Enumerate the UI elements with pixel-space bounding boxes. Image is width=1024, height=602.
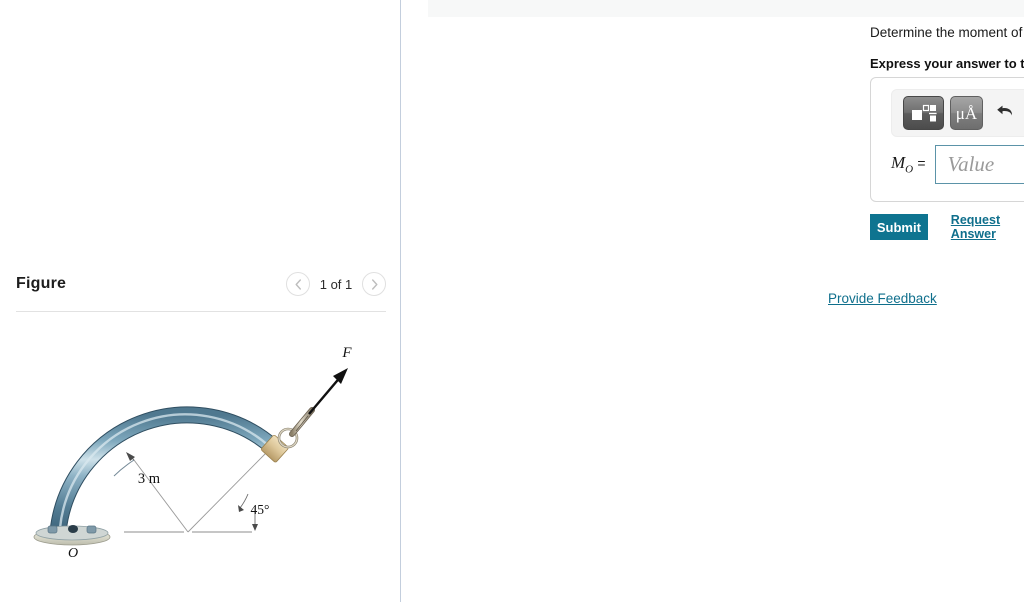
radius-label: 3 m — [138, 471, 161, 487]
request-answer-link[interactable]: Request Answer — [951, 213, 1024, 241]
figure-title: Figure — [16, 275, 67, 292]
figure-prev-button[interactable] — [286, 272, 310, 296]
submit-button[interactable]: Submit — [870, 214, 928, 240]
answer-equals: = — [917, 155, 926, 172]
figure-panel: Figure 1 of 1 O 3 m 45° F — [0, 0, 400, 602]
undo-icon — [997, 105, 1013, 116]
undo-button[interactable] — [989, 98, 1021, 128]
chevron-left-icon — [295, 278, 301, 290]
figure-divider — [16, 311, 386, 312]
value-input[interactable] — [934, 145, 1024, 184]
math-template-button[interactable] — [903, 96, 944, 130]
base-flange — [33, 512, 111, 546]
force-arrow — [308, 368, 348, 415]
figure-image[interactable]: O 3 m 45° F — [16, 330, 386, 575]
question-block: Determine the moment of the force about … — [870, 22, 1024, 71]
math-template-icon — [911, 104, 937, 122]
angle-label: 45° — [251, 502, 270, 517]
units-glyph: μÅ — [955, 103, 978, 123]
top-bar — [428, 0, 1024, 17]
moment-variable-label: MO = — [891, 153, 926, 175]
provide-feedback-link[interactable]: Provide Feedback — [828, 291, 937, 306]
figure-next-button[interactable] — [362, 272, 386, 296]
answer-entry-box: μÅ MO = Value — [870, 77, 1024, 202]
instruction-text: Express your answer to three significant… — [870, 56, 1024, 72]
force-label: F — [341, 345, 352, 361]
question-text-part1: Determine the moment of the force about … — [870, 25, 1024, 40]
figure-pager: 1 of 1 — [286, 272, 386, 296]
problem-panel: Determine the moment of the force about … — [401, 0, 1024, 602]
answer-input-row: MO = — [891, 145, 1024, 184]
figure-page-count: 1 of 1 — [319, 276, 353, 292]
question-text: Determine the moment of the force about … — [870, 22, 1024, 44]
curved-pipe — [49, 406, 283, 541]
units-button[interactable]: μÅ — [950, 96, 983, 130]
radius-leader-lines — [126, 451, 268, 533]
moment-variable: M — [891, 153, 906, 173]
chevron-right-icon — [371, 278, 377, 290]
math-toolbar: μÅ — [891, 89, 1024, 137]
action-row: Submit Request Answer — [870, 213, 1024, 241]
origin-label: O — [68, 546, 78, 561]
moment-subscript: O — [905, 163, 914, 176]
figure-header: Figure 1 of 1 — [16, 272, 386, 308]
